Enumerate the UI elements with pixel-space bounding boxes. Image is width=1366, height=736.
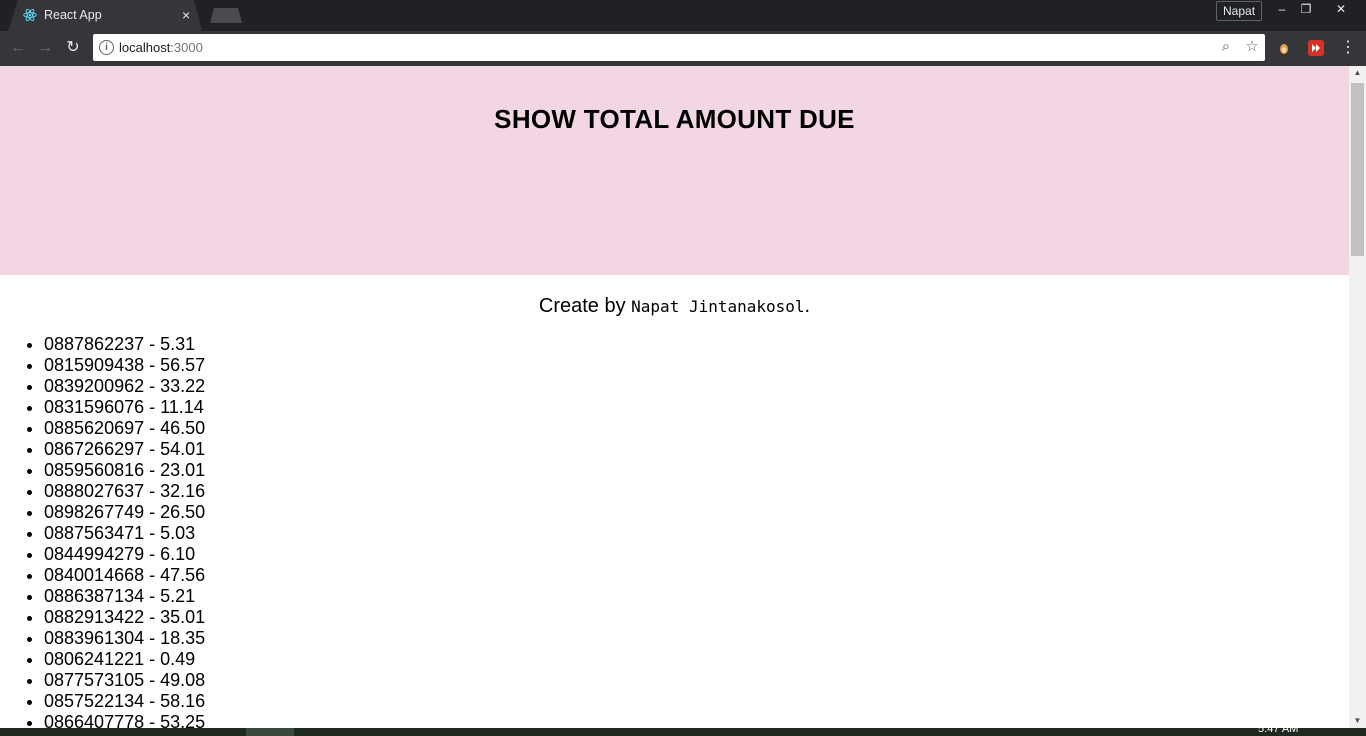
bill-list-item: 0867266297 - 54.01 (44, 439, 1349, 460)
bill-list-item: 0831596076 - 11.14 (44, 397, 1349, 418)
bill-list-item: 0887862237 - 5.31 (44, 334, 1349, 355)
url-port: :3000 (170, 40, 203, 55)
bill-list-item: 0882913422 - 35.01 (44, 607, 1349, 628)
bill-list-item: 0815909438 - 56.57 (44, 355, 1349, 376)
bill-list: 0887862237 - 5.310815909438 - 56.5708392… (0, 334, 1349, 728)
bill-list-item: 0840014668 - 47.56 (44, 565, 1349, 586)
credit-prefix: Create by (538, 295, 632, 317)
bill-list-item: 0806241221 - 0.49 (44, 649, 1349, 670)
close-window-icon[interactable]: ✕ (1327, 0, 1355, 18)
reload-button[interactable]: ↻ (61, 37, 85, 59)
bill-list-item: 0887563471 - 5.03 (44, 523, 1349, 544)
author-name: Napat Jintanakosol (631, 297, 805, 316)
react-logo-icon (23, 8, 37, 22)
bill-list-item: 0885620697 - 46.50 (44, 418, 1349, 439)
back-button[interactable]: ← (6, 37, 30, 59)
tab-title: React App (44, 8, 102, 22)
extension-egg-icon[interactable] (1276, 40, 1292, 56)
restore-window-icon[interactable]: ❐ (1292, 0, 1320, 18)
address-bar[interactable]: i localhost:3000 ⌕ ☆ (93, 34, 1265, 61)
bill-list-item: 0844994279 - 6.10 (44, 544, 1349, 565)
bill-list-item: 0857522134 - 58.16 (44, 691, 1349, 712)
address-url[interactable]: localhost:3000 (119, 40, 203, 55)
star-icon[interactable]: ☆ (1243, 38, 1261, 56)
credit-suffix: . (804, 295, 811, 317)
new-tab-button[interactable] (210, 8, 242, 23)
scrollbar-thumb[interactable] (1351, 83, 1364, 256)
kebab-menu-icon[interactable]: ⋮ (1340, 37, 1356, 59)
bill-list-item: 0898267749 - 26.50 (44, 502, 1349, 523)
credit-line: Create by Napat Jintanakosol. (0, 295, 1349, 318)
page-title: SHOW TOTAL AMOUNT DUE (494, 104, 855, 134)
site-info-icon[interactable]: i (99, 40, 114, 55)
url-host: localhost (119, 40, 171, 55)
page-scrollbar[interactable]: ▲ ▼ (1349, 66, 1366, 728)
extension-media-icon[interactable] (1308, 40, 1324, 56)
taskbar-clock: 5:47 AM (1258, 723, 1299, 735)
zoom-icon[interactable]: ⌕ (1217, 38, 1235, 56)
bill-list-item: 0883961304 - 18.35 (44, 628, 1349, 649)
browser-tab-strip: React App × Napat – ❐ ✕ (0, 0, 1366, 31)
browser-toolbar: ← → ↻ i localhost:3000 ⌕ ☆ ⋮ (0, 31, 1366, 66)
bill-list-item: 0866407778 - 53.25 (44, 712, 1349, 728)
scroll-down-arrow-icon[interactable]: ▼ (1349, 714, 1366, 728)
tab-close-icon[interactable]: × (182, 6, 190, 24)
forward-button[interactable]: → (33, 37, 57, 59)
taskbar-item[interactable] (246, 728, 294, 736)
bill-list-item: 0839200962 - 33.22 (44, 376, 1349, 397)
profile-button[interactable]: Napat (1216, 1, 1263, 21)
tab-react-app[interactable] (8, 0, 202, 31)
bill-list-item: 0859560816 - 23.01 (44, 460, 1349, 481)
bill-list-item: 0877573105 - 49.08 (44, 670, 1349, 691)
os-taskbar: 5:47 AM (0, 723, 1366, 736)
scroll-up-arrow-icon[interactable]: ▲ (1349, 66, 1366, 80)
app-header: SHOW TOTAL AMOUNT DUE (0, 66, 1349, 275)
page-viewport: SHOW TOTAL AMOUNT DUE Create by Napat Ji… (0, 66, 1349, 728)
bill-list-item: 0888027637 - 32.16 (44, 481, 1349, 502)
bill-list-item: 0886387134 - 5.21 (44, 586, 1349, 607)
